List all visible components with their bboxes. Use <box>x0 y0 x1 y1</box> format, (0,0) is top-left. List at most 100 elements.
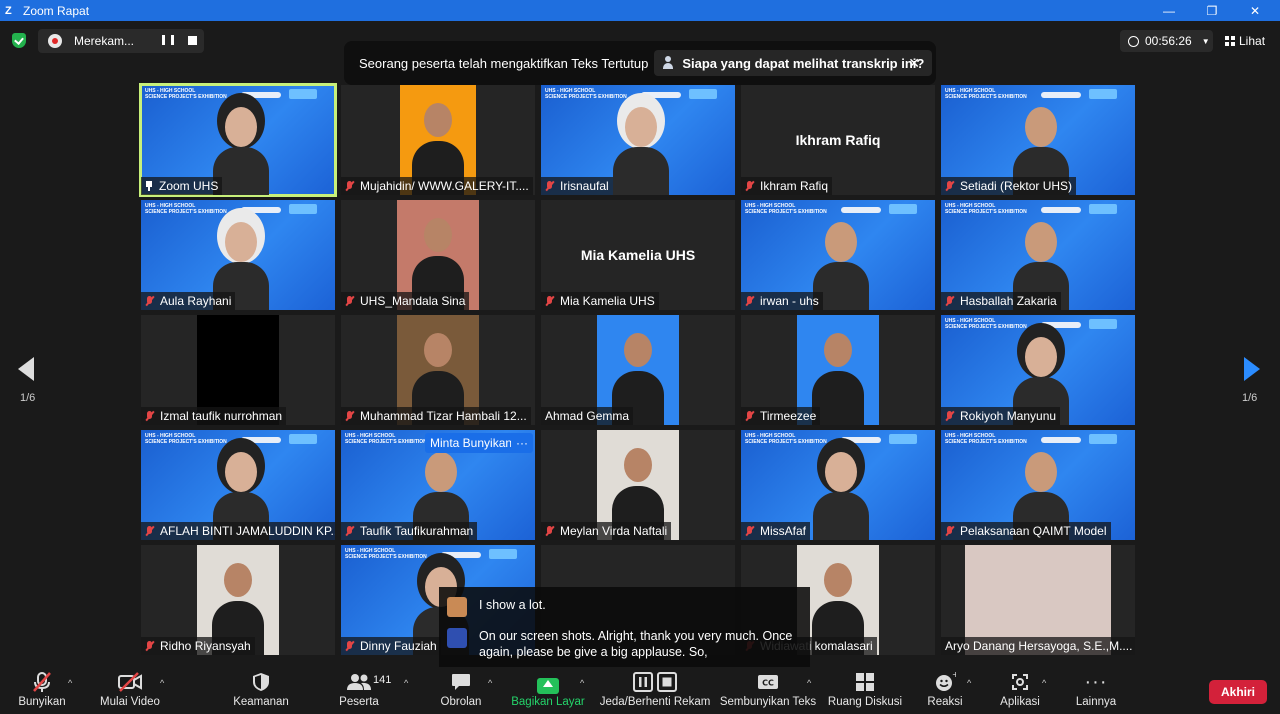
muted-microphone-icon <box>32 668 52 696</box>
participant-tile[interactable]: UHS - HIGH SCHOOL SCIENCE PROJECT'S EXHI… <box>141 200 335 310</box>
close-icon[interactable]: ✕ <box>908 55 920 72</box>
transcript-visibility-link[interactable]: Siapa yang dapat melihat transkrip ini? <box>654 50 933 76</box>
minimize-button[interactable]: — <box>1147 0 1191 21</box>
participant-name: Aryo Danang Hersayoga, S.E.,M.... <box>945 639 1133 653</box>
participant-name-label: Pelaksanaan QAIMT Model <box>941 522 1111 540</box>
participant-video <box>613 99 669 195</box>
video-options-caret-icon[interactable]: ^ <box>160 678 164 688</box>
breakout-rooms-button[interactable]: Ruang Diskusi <box>828 668 902 714</box>
background-logo <box>441 552 481 558</box>
muted-mic-icon <box>945 180 954 192</box>
live-captions-panel[interactable]: I show a lot. On our screen shots. Alrig… <box>439 587 810 667</box>
more-button[interactable]: ··· Lainnya <box>1074 668 1118 714</box>
hide-captions-button[interactable]: CC Sembunyikan Teks <box>720 668 816 714</box>
close-window-button[interactable]: ✕ <box>1233 0 1277 21</box>
participant-tile[interactable]: Mujahidin/ WWW.GALERY-IT.... <box>341 85 535 195</box>
participant-tile[interactable]: Ridho Riyansyah <box>141 545 335 655</box>
ask-to-unmute-button[interactable]: Minta Bunyikan <box>425 433 518 453</box>
participant-name: Aula Rayhani <box>160 294 232 308</box>
participant-name-label: Ahmad Gemma <box>541 407 634 425</box>
participant-name-label: UHS_Mandala Sina <box>341 292 470 310</box>
previous-page-arrow-icon[interactable] <box>18 357 34 381</box>
participant-tile[interactable]: UHS - HIGH SCHOOL SCIENCE PROJECT'S EXHI… <box>139 83 337 197</box>
apps-button[interactable]: Aplikasi <box>997 668 1043 714</box>
participant-tile[interactable]: Izmal taufik nurrohman <box>141 315 335 425</box>
participant-tile[interactable]: UHS - HIGH SCHOOL SCIENCE PROJECT'S EXHI… <box>541 85 735 195</box>
participant-name: MissAfaf <box>760 524 807 538</box>
person-icon <box>662 56 676 70</box>
participant-name-label: Hasballah Zakaria <box>941 292 1061 310</box>
background-badge <box>1089 319 1117 329</box>
participant-name: Rokiyoh Manyunu <box>960 409 1057 423</box>
reactions-button[interactable]: + Reaksi <box>926 668 964 714</box>
apps-caret-icon[interactable]: ^ <box>1042 678 1046 688</box>
start-video-label: Mulai Video <box>100 696 160 708</box>
participant-tile[interactable]: UHS - HIGH SCHOOL SCIENCE PROJECT'S EXHI… <box>941 430 1135 540</box>
view-button[interactable]: Lihat <box>1225 34 1265 48</box>
participant-tile[interactable]: UHS - HIGH SCHOOL SCIENCE PROJECT'S EXHI… <box>141 430 335 540</box>
participant-name: Taufik Taufikurahman <box>360 524 474 538</box>
muted-mic-icon <box>545 525 554 537</box>
security-button[interactable]: Keamanan <box>232 668 290 714</box>
participant-tile[interactable]: Mia Kamelia UHS Mia Kamelia UHS <box>541 200 735 310</box>
next-page-arrow-icon[interactable] <box>1244 357 1260 381</box>
share-caret-icon[interactable]: ^ <box>580 678 584 688</box>
participants-caret-icon[interactable]: ^ <box>404 678 408 688</box>
chat-label: Obrolan <box>440 696 482 708</box>
participant-tile[interactable]: Meylan Virda Naftali <box>541 430 735 540</box>
tile-more-options-icon[interactable]: ··· <box>511 433 533 453</box>
participant-name: Ridho Riyansyah <box>160 639 251 653</box>
reactions-caret-icon[interactable]: ^ <box>967 678 971 688</box>
captions-caret-icon[interactable]: ^ <box>807 678 811 688</box>
participant-tile[interactable]: UHS - HIGH SCHOOL SCIENCE PROJECT'S EXHI… <box>941 200 1135 310</box>
speaker-avatar <box>447 597 467 617</box>
timer-value: 00:56:26 <box>1145 34 1192 48</box>
start-video-button[interactable]: Mulai Video <box>98 668 162 714</box>
audio-options-caret-icon[interactable]: ^ <box>68 678 72 688</box>
muted-mic-icon <box>945 295 954 307</box>
participant-name-label: Irisnaufal <box>541 177 613 195</box>
participant-tile[interactable]: UHS - HIGH SCHOOL SCIENCE PROJECT'S EXHI… <box>741 200 935 310</box>
participant-name-label: Rokiyoh Manyunu <box>941 407 1061 425</box>
encryption-shield-icon[interactable] <box>12 33 26 48</box>
participant-tile[interactable]: UHS - HIGH SCHOOL SCIENCE PROJECT'S EXHI… <box>941 315 1135 425</box>
participants-count: 141 <box>373 674 392 686</box>
background-logo <box>241 207 281 213</box>
unmute-button[interactable]: Bunyikan <box>18 668 66 714</box>
participant-tile[interactable]: UHS - HIGH SCHOOL SCIENCE PROJECT'S EXHI… <box>941 85 1135 195</box>
participant-tile[interactable]: Muhammad Tizar Hambali 12... <box>341 315 535 425</box>
participant-name: Irisnaufal <box>560 179 609 193</box>
participant-name-label: Aula Rayhani <box>141 292 236 310</box>
participant-name-label: Meylan Virda Naftali <box>541 522 672 540</box>
participant-tile[interactable]: Aryo Danang Hersayoga, S.E.,M.... <box>941 545 1135 655</box>
security-shield-icon <box>252 668 270 696</box>
restore-button[interactable]: ❐ <box>1190 0 1234 21</box>
participant-name-label: Muhammad Tizar Hambali 12... <box>341 407 531 425</box>
participant-tile[interactable]: Ahmad Gemma <box>541 315 735 425</box>
meeting-timer[interactable]: 00:56:26 ▼ <box>1120 30 1213 52</box>
share-screen-icon <box>537 668 559 696</box>
caption-text: I show a lot. <box>479 598 546 612</box>
stop-recording-button[interactable] <box>188 36 197 45</box>
background-badge <box>289 434 317 444</box>
participant-tile[interactable]: Ikhram Rafiq Ikhram Rafiq <box>741 85 935 195</box>
background-logo <box>1041 322 1081 328</box>
pause-stop-recording-button[interactable]: Jeda/Berhenti Rekam <box>600 668 710 714</box>
chat-button[interactable]: Obrolan <box>438 668 484 714</box>
svg-text:+: + <box>952 671 956 679</box>
pause-recording-button[interactable] <box>162 35 174 47</box>
muted-mic-icon <box>345 295 354 307</box>
background-badge <box>489 549 517 559</box>
share-screen-button[interactable]: Bagikan Layar <box>511 668 585 714</box>
participant-name-label: Mia Kamelia UHS <box>541 292 659 310</box>
participant-tile[interactable]: UHS - HIGH SCHOOL SCIENCE PROJECT'S EXHI… <box>741 430 935 540</box>
more-dots-icon: ··· <box>1084 670 1108 693</box>
participant-name-label: Aryo Danang Hersayoga, S.E.,M.... <box>941 637 1135 655</box>
participant-tile[interactable]: UHS_Mandala Sina <box>341 200 535 310</box>
title-bar: Z Zoom Rapat — ❐ ✕ <box>0 0 1280 21</box>
participant-name-label: Setiadi (Rektor UHS) <box>941 177 1077 195</box>
participant-tile[interactable]: Tirmeezee <box>741 315 935 425</box>
chat-caret-icon[interactable]: ^ <box>488 678 492 688</box>
participant-tile[interactable]: UHS - HIGH SCHOOL SCIENCE PROJECT'S EXHI… <box>341 430 535 540</box>
end-meeting-button[interactable]: Akhiri <box>1209 680 1267 704</box>
